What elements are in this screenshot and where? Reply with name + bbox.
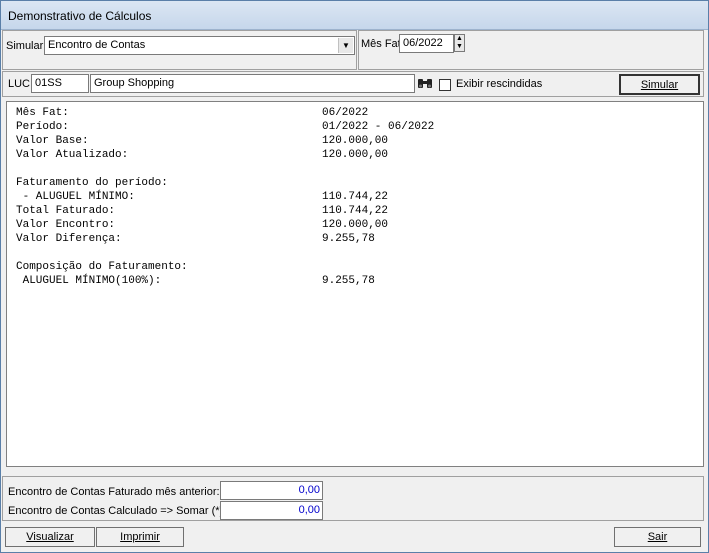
calculado-value-field[interactable]: 0,00	[220, 501, 323, 520]
report-line-value: 110.744,22	[322, 205, 389, 217]
report-line-value: 120.000,00	[322, 219, 389, 231]
imprimir-button[interactable]: Imprimir	[96, 527, 184, 547]
simular-label: Simular	[6, 40, 44, 52]
luc-label: LUC	[8, 78, 31, 90]
luc-panel: LUC 01SS Group Shopping Exibir rescindid…	[2, 71, 704, 97]
luc-name-input[interactable]: Group Shopping	[90, 74, 415, 93]
report-line-label: Composição do Faturamento:	[16, 261, 188, 273]
report-line-label: Valor Base:	[16, 135, 89, 147]
faturado-label: Encontro de Contas Faturado mês anterior…	[8, 486, 220, 498]
report-line-value: 06/2022	[322, 107, 369, 119]
luc-code-input[interactable]: 01SS	[31, 74, 89, 93]
report-line-value: 9.255,78	[322, 233, 375, 245]
calc-window: Demonstrativo de Cálculos Simular Encont…	[0, 0, 709, 553]
spin-updown-icon[interactable]: ▲ ▼	[454, 34, 465, 52]
simular-panel: Simular Encontro de Contas ▼	[2, 30, 357, 70]
binoculars-icon[interactable]	[417, 76, 433, 93]
window-title: Demonstrativo de Cálculos	[8, 9, 152, 23]
report-line-label: Mês Fat:	[16, 107, 69, 119]
report-line-value: 01/2022 - 06/2022	[322, 121, 435, 133]
report-line-label: Valor Atualizado:	[16, 149, 129, 161]
report-line-label: - ALUGUEL MÍNIMO:	[16, 191, 135, 203]
faturado-value-field[interactable]: 0,00	[220, 481, 323, 500]
report-line-value: 9.255,78	[322, 275, 375, 287]
sair-label: Sair	[647, 531, 668, 543]
calculado-label: Encontro de Contas Calculado => Somar (*…	[8, 505, 224, 517]
sair-button[interactable]: Sair	[614, 527, 701, 547]
exibir-rescindidas-label: Exibir rescindidas	[456, 78, 543, 90]
report-line-value: 110.744,22	[322, 191, 389, 203]
simular-button-label: Simular	[640, 79, 679, 91]
simular-dropdown[interactable]: Encontro de Contas ▼	[44, 36, 355, 55]
exibir-rescindidas-checkbox[interactable]	[439, 79, 451, 91]
report-line-label: ALUGUEL MÍNIMO(100%):	[16, 275, 162, 287]
report-line-label: Período:	[16, 121, 69, 133]
report-line-label: Valor Encontro:	[16, 219, 116, 231]
chevron-down-icon[interactable]: ▼	[338, 38, 353, 53]
simular-value: Encontro de Contas	[48, 39, 146, 51]
report-line-value: 120.000,00	[322, 135, 389, 147]
mesfat-panel: Mês Fat 06/2022 ▲ ▼	[358, 30, 704, 70]
title-bar: Demonstrativo de Cálculos	[1, 1, 708, 30]
report-line-label: Valor Diferença:	[16, 233, 122, 245]
imprimir-label: Imprimir	[120, 531, 160, 543]
footer-panel: Encontro de Contas Faturado mês anterior…	[2, 476, 704, 521]
report-line-label: Total Faturado:	[16, 205, 116, 217]
visualizar-label: Visualizar	[26, 531, 74, 543]
mesfat-label: Mês Fat	[361, 38, 401, 50]
mesfat-input[interactable]: 06/2022	[399, 34, 454, 53]
report-area[interactable]: Mês Fat: 06/2022 Período: 01/2022 - 06/2022…	[6, 101, 704, 467]
visualizar-button[interactable]: Visualizar	[5, 527, 95, 547]
report-line-value: 120.000,00	[322, 149, 389, 161]
report-line-label: Faturamento do período:	[16, 177, 168, 189]
simular-button[interactable]: Simular	[619, 74, 700, 95]
